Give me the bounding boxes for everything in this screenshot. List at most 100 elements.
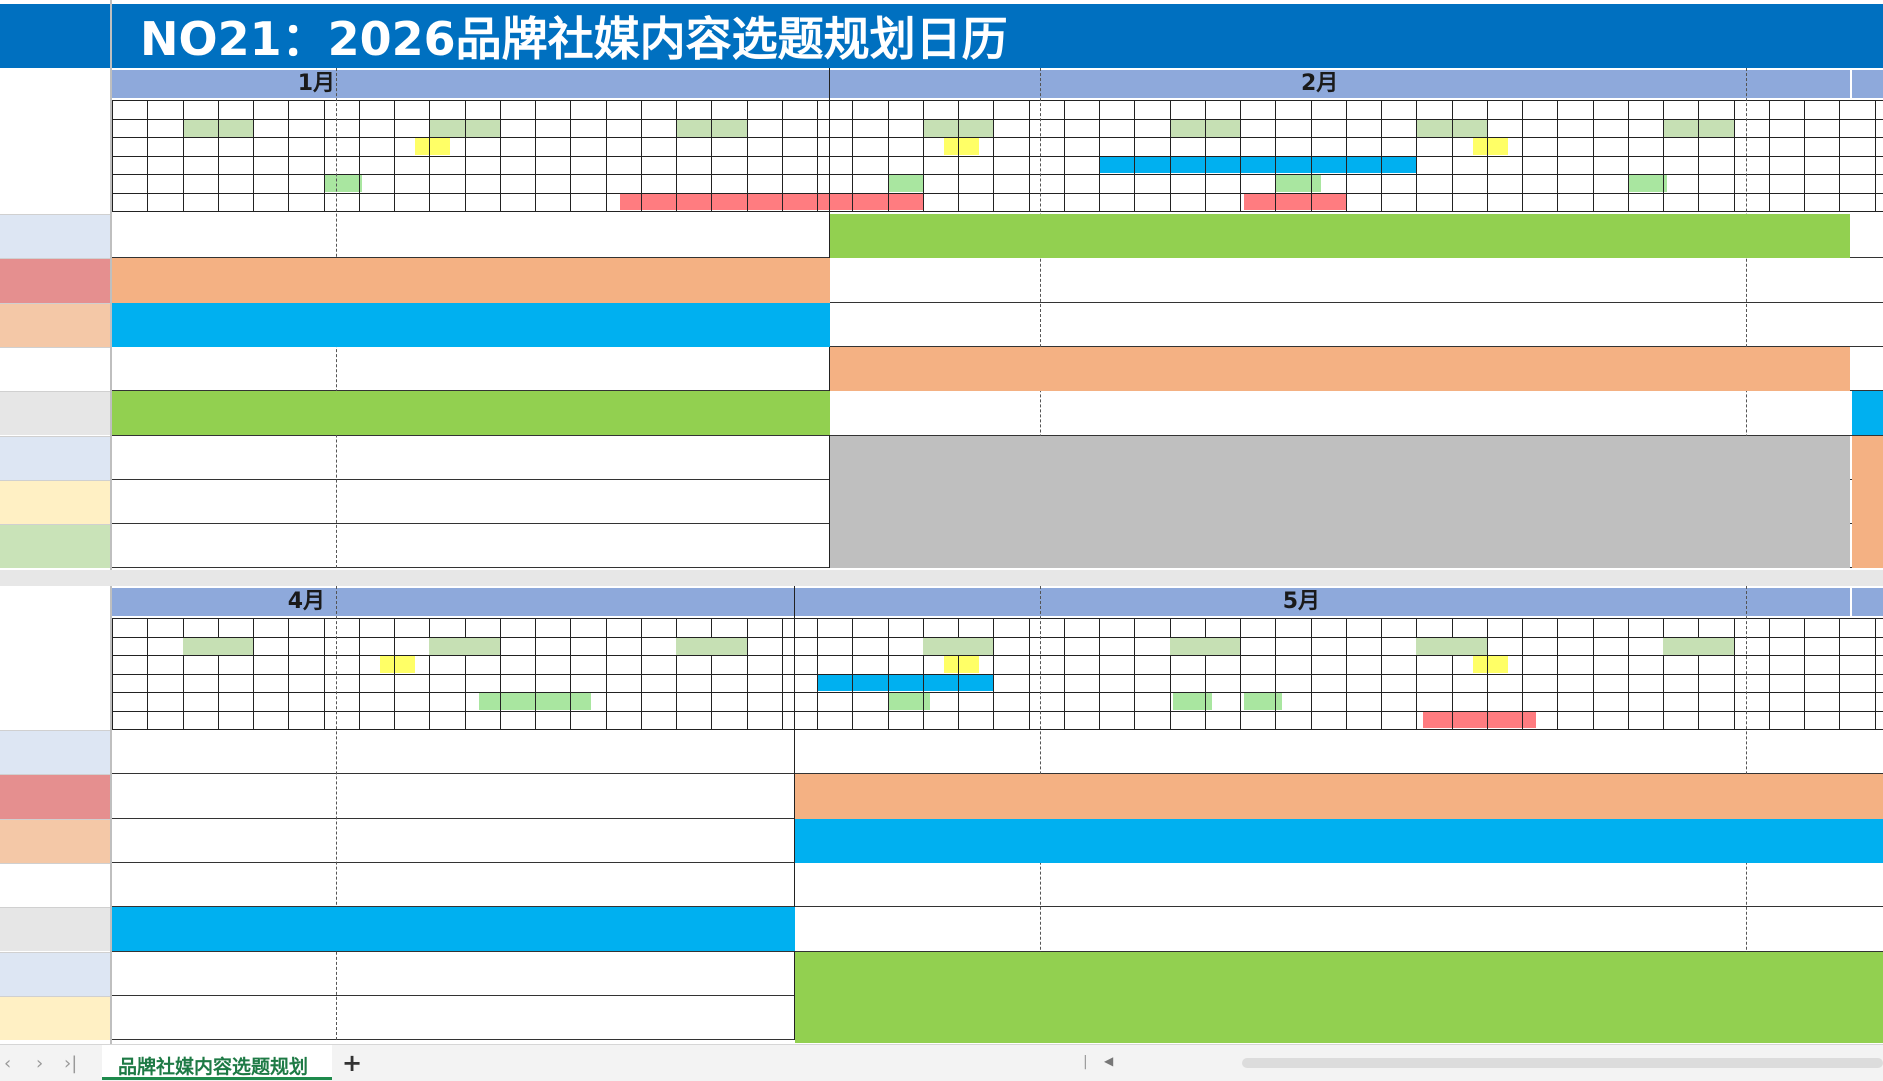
day-cell [641, 100, 676, 119]
grid-vline [1134, 618, 1135, 729]
ecommerce-nianhuojie[interactable] [620, 194, 923, 211]
festival-nurses-day[interactable] [1173, 693, 1212, 710]
grid-vline [535, 100, 536, 211]
weekday-cell [1452, 119, 1487, 138]
day-cell [641, 618, 676, 637]
grid-vline [1734, 100, 1735, 211]
add-sheet-button[interactable]: + [342, 1049, 362, 1077]
month-label: 1月 [112, 70, 521, 98]
solar-term-guyu[interactable] [380, 656, 415, 673]
day-cell [429, 100, 464, 119]
weekend-cell [218, 638, 253, 655]
weekday-cell [1346, 119, 1381, 138]
day-cell [993, 618, 1028, 637]
grid-hline [112, 174, 1883, 175]
weekday-cell [1134, 119, 1169, 138]
video-bar-may[interactable] [795, 952, 1883, 1044]
grid-hline [112, 119, 1883, 120]
month-label: 5月 [795, 588, 1808, 616]
grid-vline [324, 100, 325, 211]
weekday-cell [324, 119, 359, 138]
grid-vline [1029, 618, 1030, 729]
ecommerce-520[interactable] [1423, 712, 1536, 729]
weekday-cell [1381, 119, 1416, 138]
ecommerce-valentines[interactable] [1244, 194, 1346, 211]
festival-labajie[interactable] [324, 175, 363, 192]
weibo-bar-jan[interactable] [112, 391, 830, 435]
zhihu-bar-may[interactable] [795, 774, 1883, 818]
weekday-cell [570, 119, 605, 138]
weibo-bar-mar[interactable] [1852, 391, 1883, 435]
weekday-cell [958, 119, 993, 138]
day-cell [606, 100, 641, 119]
day-cell [570, 100, 605, 119]
festival-xiaonian[interactable] [888, 175, 923, 192]
grid-vline [852, 100, 853, 211]
festival-lantern[interactable] [1628, 175, 1667, 192]
grid-vline [606, 618, 607, 729]
day-cell [1416, 618, 1451, 637]
next-sheet-icon[interactable]: › [36, 1053, 43, 1074]
grid-vline [958, 618, 959, 729]
weekday-cell [747, 119, 782, 138]
platform-label [0, 214, 110, 258]
solar-term-lichun[interactable] [944, 138, 979, 155]
day-cell [817, 100, 852, 119]
meipian-bar-feb[interactable] [830, 347, 1850, 391]
grid-hline [112, 156, 1883, 157]
festival-reading-day[interactable] [514, 693, 549, 710]
zhihu-bar-jan[interactable] [112, 258, 830, 302]
first-sheet-icon[interactable]: ‹ [4, 1053, 11, 1074]
weekday-cell [465, 119, 500, 138]
day-cell [1099, 100, 1134, 119]
day-cell [993, 100, 1028, 119]
spreadsheet-grid[interactable]: NO21：2026品牌社媒内容选题规划日历1月2月4月5月 [0, 0, 1883, 1044]
festival-valentines[interactable] [1275, 175, 1321, 192]
festival-meteorological-day[interactable] [1113, 175, 1191, 192]
solar-term-dahan[interactable] [415, 138, 450, 155]
weekend-cell [711, 638, 746, 655]
solar-term-xiaoman[interactable] [1473, 656, 1508, 673]
weekday-cell [1311, 119, 1346, 138]
platform-label [0, 730, 110, 774]
grid-vline [288, 618, 289, 729]
festival-earth-day[interactable] [479, 693, 514, 710]
solar-term-lixia[interactable] [944, 656, 979, 673]
holiday-labor-day[interactable] [817, 675, 993, 692]
xiaohongshu-bar-jan[interactable] [112, 303, 830, 347]
grid-vline [641, 618, 642, 729]
weekday-cell [253, 119, 288, 138]
row-label-month [0, 68, 110, 98]
last-sheet-icon[interactable]: ›| [64, 1053, 77, 1074]
grid-vline [1381, 100, 1382, 211]
grid-vline [782, 100, 783, 211]
month-label: 2月 [830, 70, 1809, 98]
sheet-tab-active[interactable]: 品牌社媒内容选题规划 [102, 1045, 332, 1080]
xiaohongshu-bar-may[interactable] [795, 819, 1883, 863]
grid-vline [1099, 100, 1100, 211]
month-bar-next [1852, 588, 1883, 616]
weekday-cell [1804, 119, 1839, 138]
festival-graphic-design-day[interactable] [630, 693, 753, 710]
festival-mothers-day[interactable] [1244, 693, 1283, 710]
weibo-bar-apr[interactable] [112, 907, 795, 951]
horizontal-scrollbar[interactable] [1242, 1058, 1883, 1068]
week-marker-line [336, 586, 337, 1040]
grid-hline [112, 692, 1883, 693]
wechat-bar-feb[interactable] [830, 214, 1850, 258]
scroll-left-icon[interactable]: ◀ [1104, 1054, 1113, 1068]
weekend-cell [465, 638, 500, 655]
solar-term-yushui[interactable] [1473, 138, 1508, 155]
row-label-solar [0, 618, 110, 637]
weekend-cell [958, 638, 993, 655]
video-bar-feb[interactable] [830, 436, 1850, 569]
day-cell [1734, 100, 1769, 119]
day-cell [817, 618, 852, 637]
weekday-cell [288, 119, 323, 138]
weekday-cell [1170, 119, 1205, 138]
day-cell [1099, 618, 1134, 637]
day-cell [1487, 100, 1522, 119]
day-cell [1628, 618, 1663, 637]
video-bar-mar[interactable] [1852, 436, 1883, 569]
grid-vline [253, 100, 254, 211]
